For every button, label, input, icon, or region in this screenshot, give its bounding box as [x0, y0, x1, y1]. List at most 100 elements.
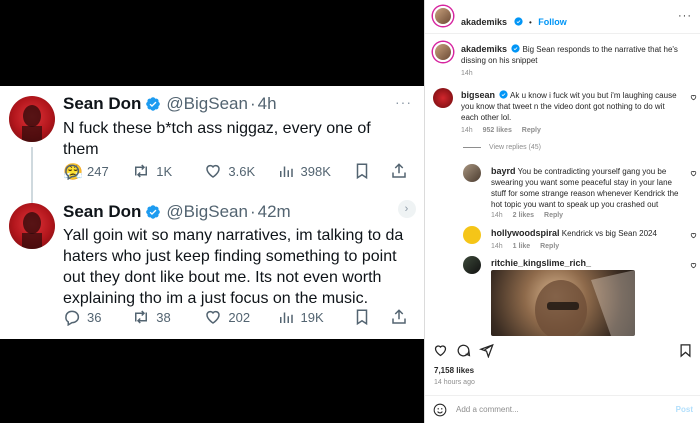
tweet-handle[interactable]: @BigSean [166, 94, 248, 114]
next-arrow-icon[interactable]: › [398, 200, 416, 218]
comment-username[interactable]: bigsean [461, 90, 495, 100]
like-count: 202 [228, 309, 251, 325]
retweet-icon [135, 310, 148, 324]
tweet-handle[interactable]: @BigSean [166, 202, 248, 222]
comment-image[interactable] [491, 270, 635, 336]
view-count: 398K [300, 163, 331, 179]
tweet-text: Yall goin wit so many narratives, im tal… [63, 227, 404, 307]
avatar[interactable] [433, 88, 453, 108]
bookmark-icon [357, 163, 368, 180]
bookmark-icon[interactable] [678, 343, 693, 358]
tweet-time[interactable]: 4h [258, 94, 277, 114]
reply-count: 36 [87, 309, 102, 325]
heart-icon [206, 310, 221, 324]
views-button[interactable]: 19K [277, 308, 354, 326]
verified-badge-icon [146, 205, 161, 219]
tweet-author-name[interactable]: Sean Don [63, 94, 141, 114]
like-button[interactable]: 202 [204, 308, 276, 326]
caption-username[interactable]: akademiks [461, 44, 507, 54]
comment-icon[interactable] [456, 343, 471, 358]
bookmark-button[interactable] [353, 308, 390, 326]
heart-icon[interactable] [433, 343, 448, 358]
view-replies-button[interactable]: View replies (45) [463, 144, 541, 151]
avatar [9, 96, 55, 142]
share-button[interactable] [390, 162, 414, 180]
share-icon [392, 309, 406, 324]
comment-likes[interactable]: 1 like [513, 243, 531, 250]
post-media: Sean Don @BigSean · 4h ··· N fuck these … [0, 0, 424, 423]
avatar[interactable] [433, 42, 453, 62]
avatar[interactable] [463, 226, 481, 244]
retweet-button[interactable]: 1K [132, 162, 204, 180]
emoji-icon[interactable] [433, 403, 447, 417]
share-button[interactable] [390, 308, 414, 326]
divider [463, 147, 481, 148]
tweet-actions: 247 1K 3.6K 398K [63, 162, 414, 180]
comment-username[interactable]: bayrd [491, 166, 516, 176]
post-button[interactable]: Post [676, 405, 693, 414]
comment-likes[interactable]: 2 likes [513, 212, 534, 219]
bookmark-icon [357, 309, 368, 326]
heart-icon[interactable] [690, 94, 697, 101]
retweet-count: 1K [156, 163, 173, 179]
heart-icon[interactable] [690, 170, 697, 177]
avatar[interactable] [463, 256, 481, 274]
post-actions [425, 340, 700, 364]
tweet: Sean Don @BigSean · 4h ··· N fuck these … [0, 86, 424, 192]
retweet-button[interactable]: 38 [132, 308, 204, 326]
verified-badge-icon [513, 17, 523, 26]
tweet-text: N fuck these b*tch ass niggaz, every one… [63, 120, 371, 158]
reply-button[interactable]: Reply [522, 127, 541, 134]
verified-badge-icon [146, 97, 161, 111]
view-count: 19K [300, 309, 324, 325]
reply-button[interactable]: Reply [544, 212, 563, 219]
comments-list: akademiks Big Sean responds to the narra… [425, 34, 700, 336]
comment-text: You be contradicting yourself gang you b… [491, 167, 679, 209]
comment-text: Kendrick vs big Sean 2024 [561, 229, 657, 238]
reply-icon [65, 164, 80, 180]
tweet-time[interactable]: 42m [258, 202, 291, 222]
avatar [9, 203, 55, 249]
post-username[interactable]: akademiks [461, 17, 507, 27]
separator: · [249, 94, 256, 113]
retweet-count: 38 [156, 309, 171, 325]
heart-icon[interactable] [690, 232, 697, 239]
comment-bar: Add a comment... Post [425, 395, 700, 423]
likes-count[interactable]: 7,158 likes [434, 366, 474, 375]
heart-icon [206, 164, 221, 178]
follow-button[interactable]: Follow [538, 17, 567, 27]
comment-username[interactable]: hollywoodspiral [491, 228, 560, 238]
tweet-screenshot: Sean Don @BigSean · 4h ··· N fuck these … [0, 86, 424, 339]
more-icon[interactable]: ··· [395, 94, 412, 110]
view-replies-label: View replies (45) [489, 144, 542, 151]
retweet-icon [135, 164, 148, 178]
views-icon [279, 312, 293, 323]
post-header: akademiks • Follow ··· [425, 0, 700, 34]
bookmark-button[interactable] [353, 162, 390, 180]
separator: · [249, 202, 256, 221]
comment-time: 14h [491, 212, 503, 219]
avatar[interactable] [433, 6, 453, 26]
reply-button[interactable]: 247 [63, 162, 132, 180]
comment-likes[interactable]: 952 likes [483, 127, 512, 134]
more-options-icon[interactable]: ··· [678, 10, 692, 22]
comment-username[interactable]: ritchie_kingslime_rich_ [491, 258, 591, 268]
avatar[interactable] [463, 164, 481, 182]
instagram-panel: akademiks • Follow ··· akademiks Big Sea… [424, 0, 700, 423]
photo [535, 270, 635, 336]
tweet-actions: 36 38 202 19K [63, 308, 414, 326]
reply-count: 247 [87, 163, 109, 179]
comment-time: 14h [491, 243, 503, 250]
like-count: 3.6K [228, 163, 256, 179]
views-icon [279, 166, 293, 177]
heart-icon[interactable] [690, 262, 697, 269]
comment-time: 14h [461, 127, 473, 134]
reply-button[interactable]: Reply [540, 243, 559, 250]
reply-icon [65, 310, 80, 326]
share-icon[interactable] [479, 343, 494, 358]
comment-input[interactable]: Add a comment... [456, 405, 519, 414]
views-button[interactable]: 398K [277, 162, 354, 180]
tweet-author-name[interactable]: Sean Don [63, 202, 141, 222]
like-button[interactable]: 3.6K [204, 162, 276, 180]
reply-button[interactable]: 36 [63, 308, 132, 326]
